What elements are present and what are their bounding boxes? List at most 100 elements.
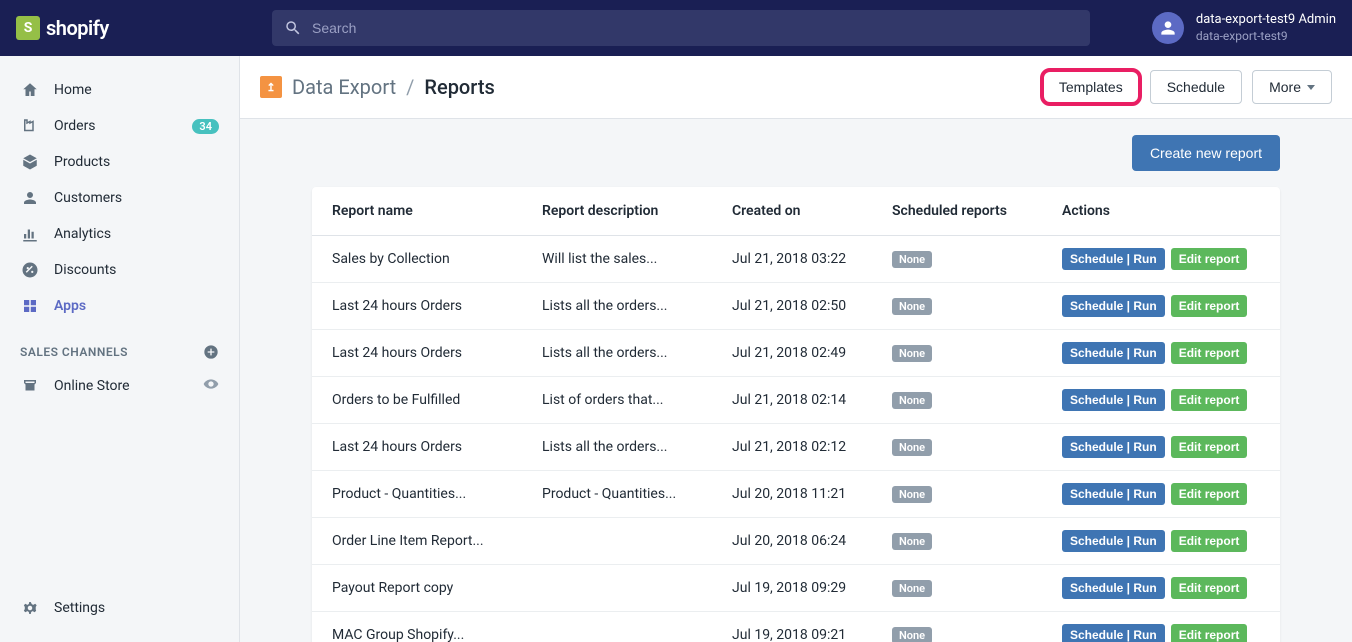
table-row: Order Line Item Report... Jul 20, 2018 0… [312,518,1280,565]
table-row: MAC Group Shopify... Jul 19, 2018 09:21 … [312,612,1280,642]
page-header: ↥ Data Export / Reports Templates Schedu… [240,56,1352,119]
search-box[interactable] [272,10,1090,46]
shopify-bag-icon: S [16,16,40,40]
sidebar-item-products[interactable]: Products [0,144,239,180]
sidebar-item-apps[interactable]: Apps [0,288,239,324]
cell-created: Jul 19, 2018 09:21 [712,612,872,642]
schedule-run-button[interactable]: Schedule | Run [1062,389,1165,411]
logo-text: shopify [46,16,109,40]
more-label: More [1269,79,1301,95]
schedule-run-button[interactable]: Schedule | Run [1062,483,1165,505]
sidebar-item-label: Discounts [54,262,116,278]
sidebar-item-orders[interactable]: Orders 34 [0,108,239,144]
none-badge: None [892,580,932,597]
sidebar-item-label: Analytics [54,226,111,242]
cell-created: Jul 21, 2018 02:14 [712,377,872,424]
edit-report-button[interactable]: Edit report [1171,483,1248,505]
col-desc: Report description [522,187,712,236]
schedule-run-button[interactable]: Schedule | Run [1062,577,1165,599]
user-store: data-export-test9 [1196,29,1336,45]
sidebar-item-online-store[interactable]: Online Store [0,368,239,404]
schedule-run-button[interactable]: Schedule | Run [1062,530,1165,552]
view-icon[interactable] [203,376,219,396]
none-badge: None [892,251,932,268]
cell-scheduled: None [872,236,1042,283]
search-input[interactable] [312,20,1078,36]
cell-name: Last 24 hours Orders [312,283,522,330]
edit-report-button[interactable]: Edit report [1171,530,1248,552]
table-row: Product - Quantities... Product - Quanti… [312,471,1280,518]
create-report-button[interactable]: Create new report [1132,135,1280,171]
schedule-run-button[interactable]: Schedule | Run [1062,295,1165,317]
edit-report-button[interactable]: Edit report [1171,342,1248,364]
sidebar-item-home[interactable]: Home [0,72,239,108]
schedule-run-button[interactable]: Schedule | Run [1062,342,1165,364]
sidebar-item-settings[interactable]: Settings [0,590,239,626]
analytics-icon [20,224,40,244]
header-actions: Templates Schedule More [1042,70,1332,104]
sidebar-item-customers[interactable]: Customers [0,180,239,216]
schedule-run-button[interactable]: Schedule | Run [1062,624,1165,642]
cell-name: Payout Report copy [312,565,522,612]
edit-report-button[interactable]: Edit report [1171,577,1248,599]
home-icon [20,80,40,100]
sales-channels-header: SALES CHANNELS [0,324,239,368]
search-icon [284,19,302,37]
schedule-run-button[interactable]: Schedule | Run [1062,248,1165,270]
user-text: data-export-test9 Admin data-export-test… [1196,12,1336,44]
none-badge: None [892,439,932,456]
add-channel-icon[interactable] [203,344,219,360]
edit-report-button[interactable]: Edit report [1171,624,1248,642]
table-row: Sales by Collection Will list the sales.… [312,236,1280,283]
main-content: ↥ Data Export / Reports Templates Schedu… [240,56,1352,642]
cell-scheduled: None [872,330,1042,377]
breadcrumb-app[interactable]: Data Export [292,75,396,99]
badge: 34 [192,119,219,134]
sidebar-item-label: Customers [54,190,122,206]
schedule-run-button[interactable]: Schedule | Run [1062,436,1165,458]
templates-button[interactable]: Templates [1042,70,1140,104]
customers-icon [20,188,40,208]
logo[interactable]: S shopify [16,16,236,40]
cell-scheduled: None [872,283,1042,330]
breadcrumb-separator: / [406,75,414,99]
avatar [1152,12,1184,44]
sidebar-item-label: Settings [54,600,105,616]
gear-icon [20,598,40,618]
cell-desc: Lists all the orders... [522,330,712,377]
col-name: Report name [312,187,522,236]
table-row: Payout Report copy Jul 19, 2018 09:29 No… [312,565,1280,612]
edit-report-button[interactable]: Edit report [1171,436,1248,458]
cell-created: Jul 20, 2018 11:21 [712,471,872,518]
edit-report-button[interactable]: Edit report [1171,295,1248,317]
breadcrumb-current: Reports [424,75,494,99]
cell-name: MAC Group Shopify... [312,612,522,642]
cell-created: Jul 20, 2018 06:24 [712,518,872,565]
sidebar-item-discounts[interactable]: Discounts [0,252,239,288]
col-actions: Actions [1042,187,1280,236]
topbar: S shopify data-export-test9 Admin data-e… [0,0,1352,56]
table-row: Last 24 hours Orders Lists all the order… [312,424,1280,471]
table-row: Orders to be Fulfilled List of orders th… [312,377,1280,424]
discounts-icon [20,260,40,280]
sidebar-item-label: Orders [54,118,96,134]
search-wrap [236,10,1136,46]
more-button[interactable]: More [1252,70,1332,104]
edit-report-button[interactable]: Edit report [1171,248,1248,270]
user-menu[interactable]: data-export-test9 Admin data-export-test… [1136,12,1336,44]
none-badge: None [892,392,932,409]
cell-scheduled: None [872,377,1042,424]
schedule-button[interactable]: Schedule [1150,70,1242,104]
cell-desc [522,518,712,565]
cell-created: Jul 21, 2018 02:49 [712,330,872,377]
sidebar: Home Orders 34 Products Customers Analyt… [0,56,240,642]
cell-scheduled: None [872,471,1042,518]
app-icon: ↥ [260,76,282,98]
cell-created: Jul 21, 2018 02:50 [712,283,872,330]
cell-scheduled: None [872,612,1042,642]
cell-desc: Lists all the orders... [522,283,712,330]
store-icon [20,376,40,396]
edit-report-button[interactable]: Edit report [1171,389,1248,411]
cell-desc: Will list the sales... [522,236,712,283]
sidebar-item-analytics[interactable]: Analytics [0,216,239,252]
